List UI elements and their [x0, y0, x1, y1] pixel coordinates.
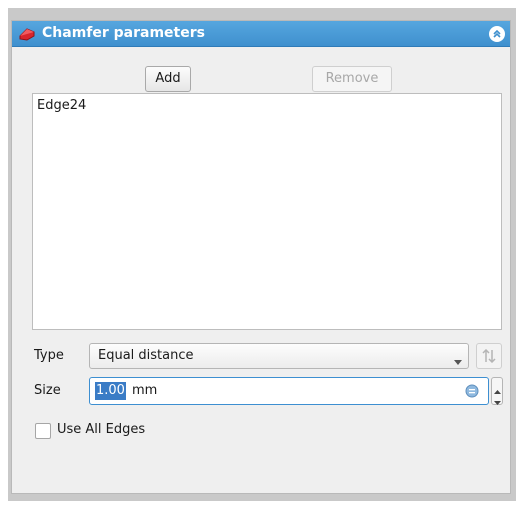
type-label: Type — [34, 348, 64, 363]
panel-title-bar[interactable]: Chamfer parameters — [12, 21, 510, 47]
type-dropdown[interactable]: Equal distance — [89, 343, 469, 369]
use-all-edges-label[interactable]: Use All Edges — [57, 421, 145, 439]
edge-list[interactable]: Edge24 — [32, 93, 502, 330]
size-unit: mm — [132, 383, 158, 398]
chamfer-icon — [18, 26, 36, 42]
chevron-down-icon — [454, 354, 462, 369]
list-item[interactable]: Edge24 — [37, 97, 86, 115]
collapse-icon[interactable] — [489, 26, 505, 42]
size-value: 1.00 — [95, 382, 126, 400]
flip-direction-icon[interactable] — [476, 343, 502, 369]
type-dropdown-value: Equal distance — [98, 348, 194, 363]
chamfer-parameters-panel: Chamfer parameters Add Remove Edge24 Typ… — [11, 20, 511, 494]
add-button[interactable]: Add — [145, 66, 191, 92]
size-stepper[interactable] — [491, 377, 503, 405]
chevron-down-icon[interactable] — [494, 394, 501, 409]
size-input[interactable]: 1.00 mm — [89, 377, 489, 405]
panel-title: Chamfer parameters — [42, 25, 205, 41]
remove-button[interactable]: Remove — [312, 66, 392, 92]
size-label: Size — [34, 383, 61, 398]
use-all-edges-checkbox[interactable] — [35, 423, 51, 439]
expression-icon[interactable] — [465, 384, 479, 402]
